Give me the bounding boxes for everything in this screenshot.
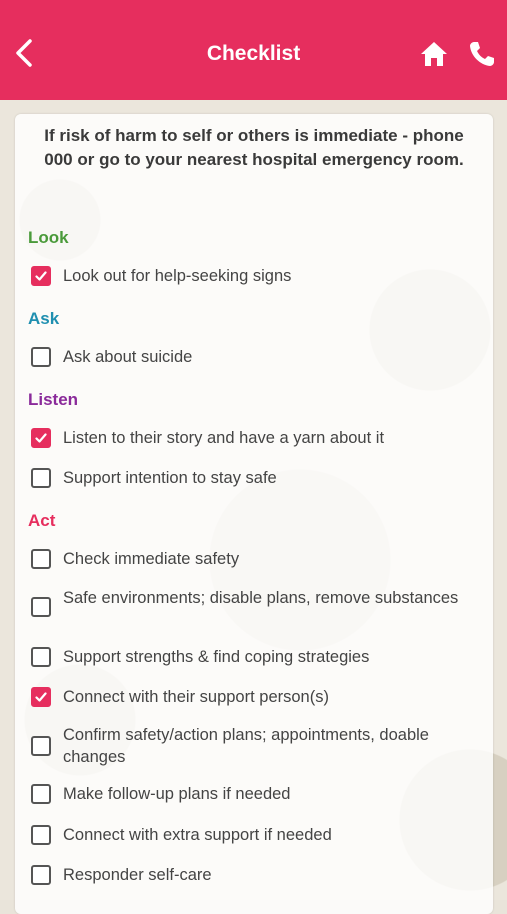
checklist-item-label: Safe environments; disable plans, remove… <box>63 589 459 607</box>
checklist-item-label: Connect with extra support if needed <box>63 826 332 844</box>
checklist-item-label: Responder self-care <box>63 866 212 884</box>
checklist-item-label: Confirm safety/action plans; appointment… <box>63 726 429 766</box>
checklist-item-label: Support intention to stay safe <box>63 469 277 487</box>
checkbox-checked[interactable] <box>31 687 51 707</box>
home-icon[interactable] <box>419 40 449 68</box>
checkbox[interactable] <box>31 825 51 845</box>
checkmark-icon <box>35 433 47 443</box>
checkbox[interactable] <box>31 468 51 488</box>
checkbox[interactable] <box>31 597 51 617</box>
checklist-item-label: Connect with their support person(s) <box>63 688 329 706</box>
section-title-act: Act <box>28 511 56 530</box>
checkbox[interactable] <box>31 347 51 367</box>
checkbox[interactable] <box>31 549 51 569</box>
checkbox[interactable] <box>31 647 51 667</box>
checklist-item-label: Ask about suicide <box>63 348 193 366</box>
checklist-item-label: Make follow-up plans if needed <box>63 785 291 803</box>
checklist-item-label: Look out for help-seeking signs <box>63 267 292 285</box>
section-title-ask: Ask <box>28 309 60 328</box>
checkbox[interactable] <box>31 736 51 756</box>
checkmark-icon <box>35 271 47 281</box>
section-title-look: Look <box>28 228 69 247</box>
checkbox-checked[interactable] <box>31 266 51 286</box>
emergency-warning: If risk of harm to self or others is imm… <box>44 126 464 169</box>
section-title-listen: Listen <box>28 390 79 409</box>
checklist-item-label: Check immediate safety <box>63 550 240 568</box>
checkbox[interactable] <box>31 784 51 804</box>
checkbox-checked[interactable] <box>31 428 51 448</box>
phone-icon[interactable] <box>468 40 496 68</box>
header-bar: Checklist <box>0 0 507 100</box>
checklist-item-label: Listen to their story and have a yarn ab… <box>63 429 385 447</box>
checklist-item-label: Support strengths & find coping strategi… <box>63 648 370 666</box>
checkbox[interactable] <box>31 865 51 885</box>
checkmark-icon <box>35 692 47 702</box>
